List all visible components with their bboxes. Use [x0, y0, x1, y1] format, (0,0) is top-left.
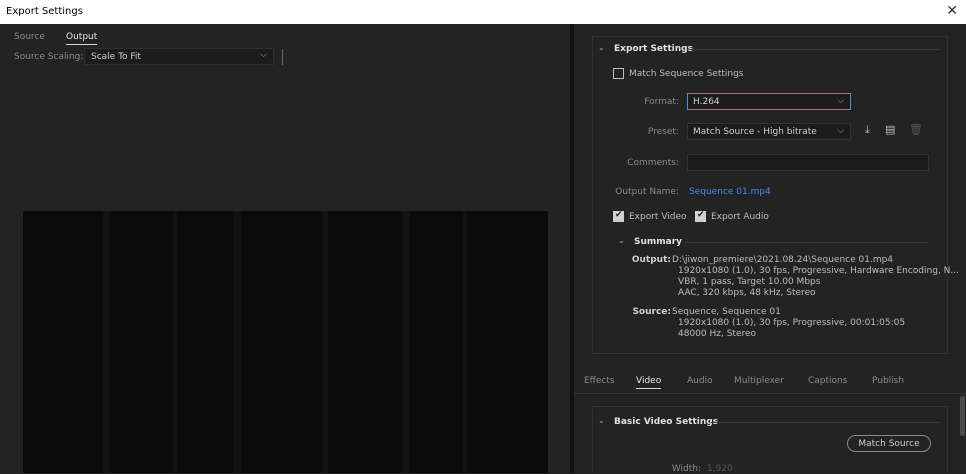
divider: [689, 49, 941, 50]
video-preview: [23, 211, 548, 473]
tab-audio[interactable]: Audio: [687, 376, 713, 386]
save-preset-icon[interactable]: ⤓: [865, 123, 870, 137]
source-scaling-value: Scale To Fit: [91, 52, 141, 62]
preset-value: Match Source - High bitrate: [693, 127, 817, 137]
summary-title: Summary: [634, 237, 683, 247]
export-settings-panel: ⌄ Export Settings Match Sequence Setting…: [592, 36, 959, 354]
delete-preset-icon[interactable]: 🗑: [909, 123, 923, 136]
preset-select[interactable]: Match Source - High bitrate ⌵: [687, 123, 851, 140]
basic-video-title: Basic Video Settings: [614, 417, 719, 427]
title-bar: Export Settings ✕: [0, 0, 966, 24]
tab-video[interactable]: Video: [636, 376, 662, 389]
close-icon[interactable]: ✕: [946, 3, 958, 19]
export-video-label: Export Video: [629, 212, 687, 222]
settings-pane: ⌄ Export Settings Match Sequence Setting…: [574, 24, 966, 474]
format-value: H.264: [693, 97, 720, 107]
tab-captions[interactable]: Captions: [808, 376, 847, 386]
divider: [685, 242, 929, 243]
preset-label: Preset:: [647, 127, 679, 137]
export-settings-title: Export Settings: [614, 44, 693, 54]
preview-tabs: Source Output: [0, 24, 570, 45]
chevron-down-icon[interactable]: ⌄: [618, 236, 625, 245]
settings-tabs: Effects Video Audio Multiplexer Captions…: [574, 368, 966, 394]
match-source-button[interactable]: Match Source: [847, 435, 931, 452]
divider: [711, 422, 941, 423]
tab-effects[interactable]: Effects: [584, 376, 615, 386]
chevron-down-icon: ⌵: [837, 96, 844, 106]
tab-source[interactable]: Source: [14, 32, 45, 42]
comments-label: Comments:: [627, 158, 679, 168]
chevron-down-icon: ⌵: [837, 126, 844, 136]
chevron-down-icon[interactable]: ⌄: [598, 43, 605, 52]
preview-pane: Source Output Source Scaling: Scale To F…: [0, 24, 570, 473]
export-audio-checkbox[interactable]: [695, 210, 706, 222]
source-scaling-select[interactable]: Scale To Fit ⌵: [84, 48, 274, 65]
tab-output[interactable]: Output: [66, 32, 98, 45]
tab-publish[interactable]: Publish: [872, 376, 904, 386]
export-audio-label: Export Audio: [711, 212, 769, 222]
format-label: Format:: [644, 97, 679, 107]
summary-output-text: D:\jiwon_premiere\2021.08.24\Sequence 01…: [672, 255, 959, 298]
match-sequence-label: Match Sequence Settings: [629, 69, 744, 79]
chevron-down-icon[interactable]: ⌄: [598, 416, 605, 425]
summary-source-text: Sequence, Sequence 01 1920x1080 (1.0), 3…: [672, 307, 906, 339]
source-scaling-row: Source Scaling: Scale To Fit ⌵: [0, 48, 570, 68]
window-title: Export Settings: [6, 6, 83, 17]
preview-area: [0, 68, 570, 473]
summary-output-key: Output:: [631, 255, 671, 265]
tab-multiplexer[interactable]: Multiplexer: [734, 376, 784, 386]
export-video-checkbox[interactable]: [613, 210, 624, 222]
match-sequence-checkbox[interactable]: [613, 68, 624, 79]
comments-input[interactable]: [687, 154, 929, 171]
basic-video-settings-panel: ⌄ Basic Video Settings Match Source Widt…: [592, 406, 948, 474]
output-name-link[interactable]: Sequence 01.mp4: [689, 187, 771, 197]
output-name-label: Output Name:: [615, 187, 679, 197]
chevron-down-icon: ⌵: [260, 50, 267, 60]
settings-scrollbar[interactable]: [960, 396, 965, 436]
source-scaling-label: Source Scaling:: [14, 52, 84, 62]
format-select[interactable]: H.264 ⌵: [687, 93, 851, 110]
import-preset-icon[interactable]: ▤: [885, 123, 895, 136]
divider: [282, 49, 283, 65]
summary-source-key: Source:: [632, 307, 671, 317]
